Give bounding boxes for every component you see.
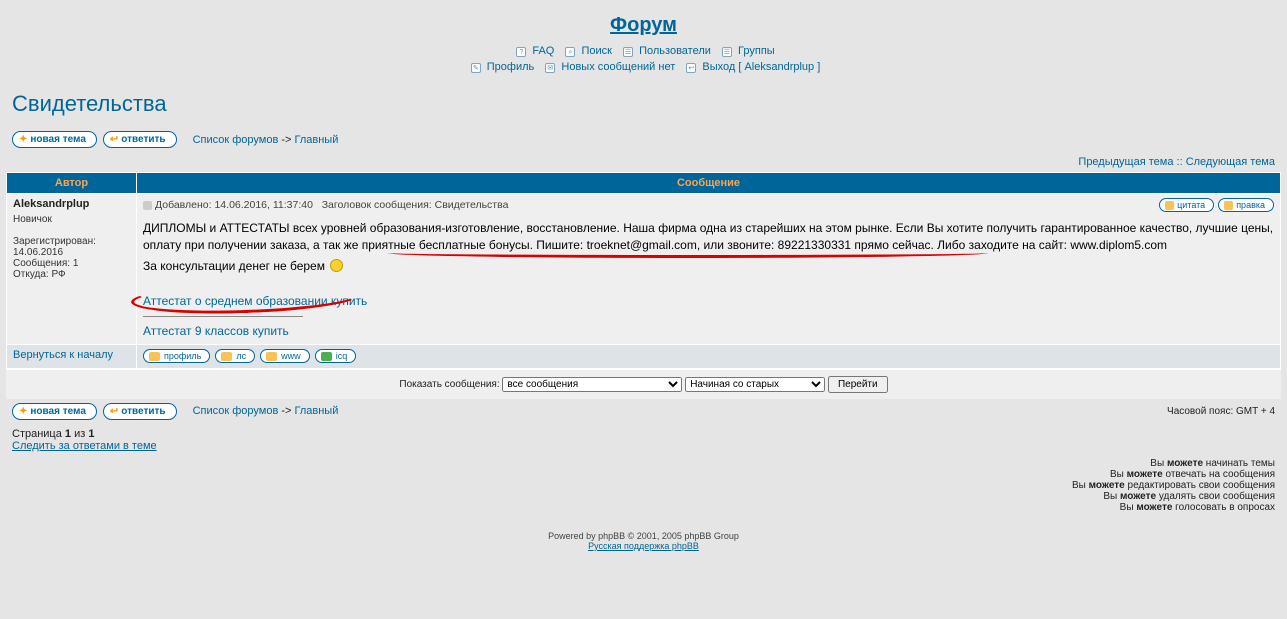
topic-nav-sep: :: — [1177, 156, 1186, 168]
edit-button[interactable]: правка — [1218, 198, 1274, 212]
person-icon — [149, 352, 160, 361]
signature-separator — [143, 316, 303, 317]
reply-button-bottom[interactable]: ↩ ответить — [103, 403, 177, 420]
nav-faq[interactable]: FAQ — [532, 45, 554, 57]
nav-groups[interactable]: Группы — [738, 45, 775, 57]
nav-members[interactable]: Пользователи — [639, 45, 711, 57]
edit-icon — [1224, 201, 1233, 210]
post-subject-label: Заголовок сообщения: — [322, 199, 432, 211]
th-message: Сообщение — [137, 173, 1281, 194]
post-added-date: 14.06.2016, 11:37:40 — [214, 199, 312, 211]
members-icon: ☰ — [623, 47, 633, 57]
new-topic-button-bottom[interactable]: ✦ новая тема — [12, 403, 97, 420]
new-topic-button[interactable]: ✦ новая тема — [12, 131, 97, 148]
next-topic-link[interactable]: Следующая тема — [1186, 156, 1275, 168]
display-options: Показать сообщения: все сообщения Начина… — [6, 369, 1281, 399]
breadcrumb-forum[interactable]: Главный — [295, 134, 339, 146]
breadcrumb-sep: -> — [281, 134, 294, 146]
profile-button[interactable]: профиль — [143, 349, 210, 363]
globe-icon — [266, 352, 277, 361]
quote-button[interactable]: цитата — [1159, 198, 1214, 212]
groups-icon: ☰ — [722, 47, 732, 57]
icq-icon — [321, 352, 332, 361]
nav-pm[interactable]: Новых сообщений нет — [561, 61, 675, 73]
www-button[interactable]: www — [260, 349, 310, 363]
profile-buttons-cell: профиль лс www icq — [137, 345, 1281, 369]
watch-topic-link[interactable]: Следить за ответами в теме — [12, 440, 157, 452]
topic-title: Свидетельства — [0, 75, 1287, 127]
phpbb-ru-link[interactable]: Русская поддержка phpBB — [588, 541, 699, 551]
spam-link-1[interactable]: Аттестат о среднем образовании купить — [143, 294, 367, 308]
post-subject: Свидетельства — [435, 199, 509, 211]
go-button[interactable] — [828, 376, 888, 393]
pm-icon: ✉ — [545, 63, 555, 73]
profile-icon: ✎ — [471, 63, 481, 73]
author-rank: Новичок — [13, 214, 130, 225]
reply-icon: ↩ — [110, 406, 118, 417]
top-nav-1: ? FAQ ⌕ Поиск ☰ Пользователи ☰ Группы — [0, 43, 1287, 59]
reply-button[interactable]: ↩ ответить — [103, 131, 177, 148]
posts-table: Автор Сообщение Aleksandrplup Новичок За… — [6, 172, 1281, 369]
breadcrumb-forum-bottom[interactable]: Главный — [295, 405, 339, 417]
nav-logout[interactable]: Выход [ Aleksandrplup ] — [702, 61, 820, 73]
nav-profile[interactable]: Профиль — [487, 61, 535, 73]
forum-home-link[interactable]: Форум — [610, 14, 677, 36]
author-username: Aleksandrplup — [13, 198, 130, 210]
breadcrumb-root-bottom[interactable]: Список форумов — [193, 405, 279, 417]
quote-icon — [1165, 201, 1174, 210]
smiley-icon — [330, 259, 343, 272]
timezone-label: Часовой пояс: GMT + 4 — [1167, 406, 1275, 417]
sort-order-select[interactable]: Начиная со старых — [685, 377, 825, 392]
breadcrumb-root[interactable]: Список форумов — [193, 134, 279, 146]
reply-icon: ↩ — [110, 134, 118, 145]
search-icon: ⌕ — [565, 47, 575, 57]
plus-icon: ✦ — [19, 406, 27, 417]
faq-icon: ? — [516, 47, 526, 57]
prev-topic-link[interactable]: Предыдущая тема — [1078, 156, 1173, 168]
page-indicator: Страница 1 из 1 — [12, 428, 94, 440]
permissions: Вы можете начинать темыВы можете отвечат… — [0, 456, 1287, 521]
nav-search[interactable]: Поиск — [582, 45, 612, 57]
th-author: Автор — [7, 173, 137, 194]
time-range-select[interactable]: все сообщения — [502, 377, 682, 392]
spam-link-2[interactable]: Аттестат 9 классов купить — [143, 324, 289, 338]
pm-button[interactable]: лс — [215, 349, 255, 363]
annotation-underline-1 — [388, 253, 988, 258]
post-mini-icon — [143, 201, 152, 210]
author-cell: Aleksandrplup Новичок Зарегистрирован: 1… — [7, 194, 137, 345]
post-cell: Добавлено: 14.06.2016, 11:37:40 Заголово… — [137, 194, 1281, 345]
icq-button[interactable]: icq — [315, 349, 357, 363]
top-nav-2: ✎ Профиль ✉ Новых сообщений нет ↩ Выход … — [0, 59, 1287, 75]
plus-icon: ✦ — [19, 134, 27, 145]
post-body: ДИПЛОМЫ и АТТЕСТАТЫ всех уровней образов… — [143, 220, 1274, 340]
logout-icon: ↩ — [686, 63, 696, 73]
post-added-label: Добавлено: — [155, 199, 212, 211]
back-to-top-link[interactable]: Вернуться к началу — [13, 349, 113, 361]
back-to-top-cell: Вернуться к началу — [7, 345, 137, 369]
envelope-icon — [221, 352, 232, 361]
footer: Powered by phpBB © 2001, 2005 phpBB Grou… — [0, 521, 1287, 561]
